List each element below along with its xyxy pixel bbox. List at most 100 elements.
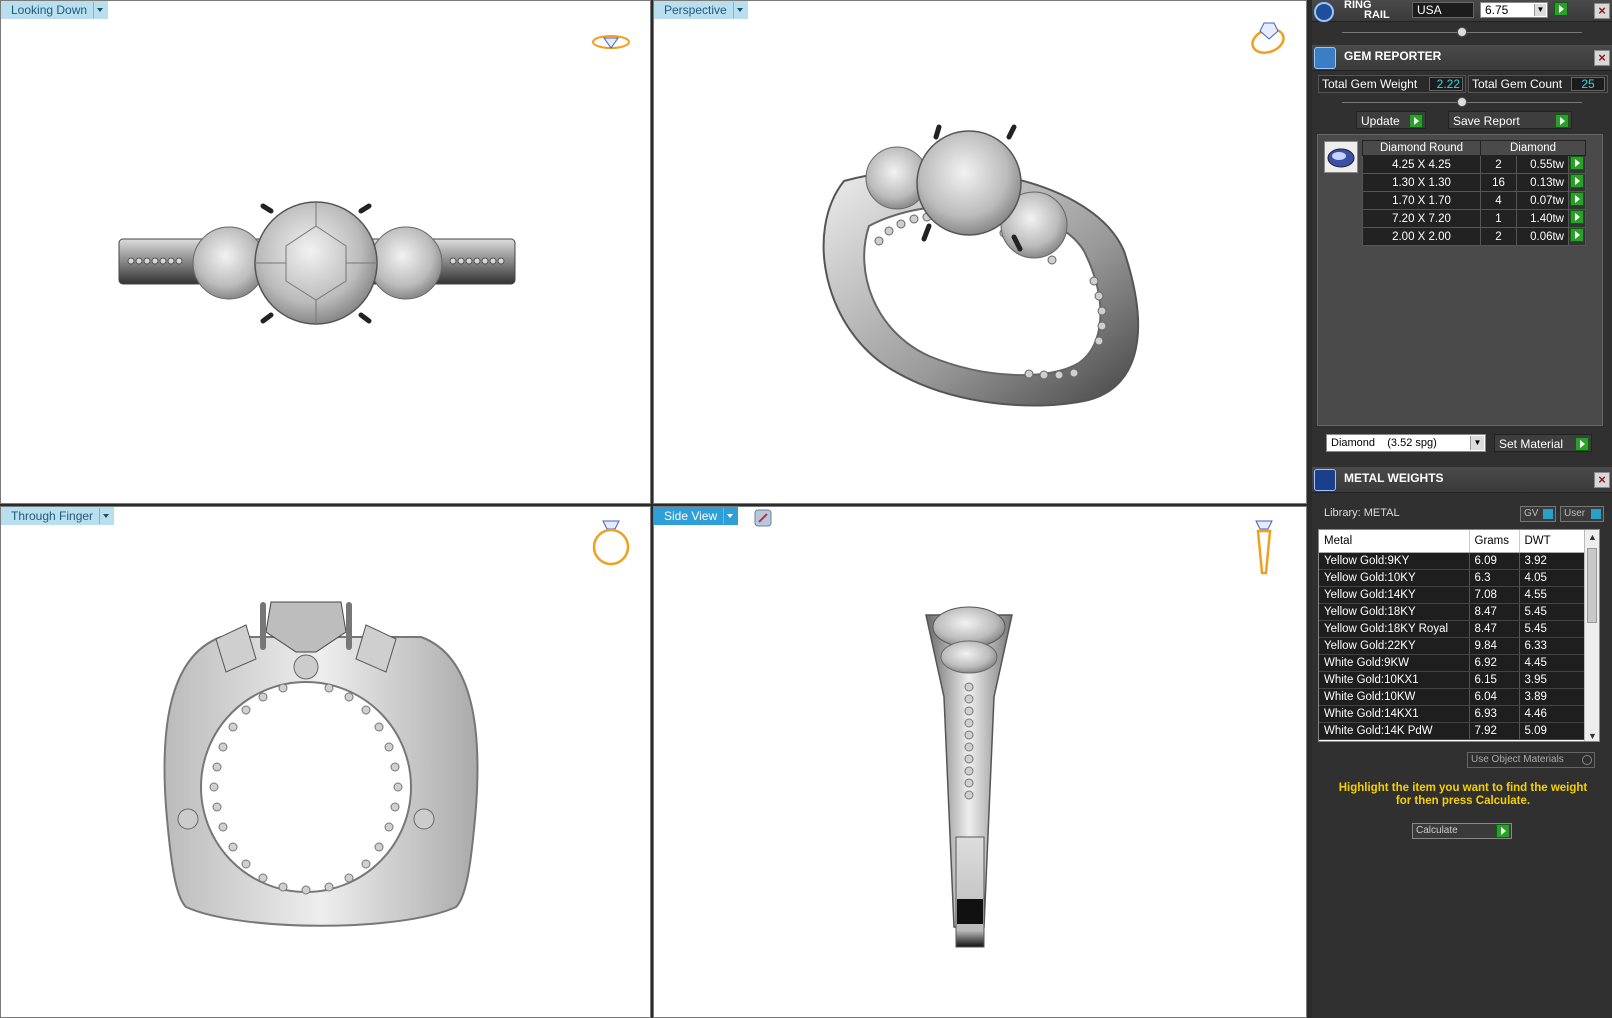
metal-row[interactable]: White Gold:14K PdW 7.92 5.09 (1319, 722, 1585, 740)
metal-dwt: 4.46 (1519, 705, 1585, 723)
ring-rail-header: RING RAIL USA 6.75 ▼ × (1312, 0, 1612, 22)
viewport-looking-down[interactable]: Looking Down (0, 0, 651, 504)
close-icon[interactable]: × (1594, 3, 1610, 19)
ring-size-apply-button[interactable] (1554, 2, 1568, 16)
metal-dwt: 6.33 (1519, 637, 1585, 655)
column-header[interactable]: DWT (1519, 530, 1585, 553)
viewport-perspective[interactable]: Perspective (653, 0, 1307, 504)
metal-name: Yellow Gold:14KY (1319, 586, 1470, 604)
ring-size-select[interactable]: 6.75 ▼ (1480, 2, 1548, 18)
metal-name: Yellow Gold:22KY (1319, 637, 1470, 655)
column-header[interactable]: Diamond Round (1362, 140, 1481, 156)
scrollbar-thumb[interactable] (1587, 548, 1597, 623)
scroll-down-icon[interactable]: ▼ (1588, 731, 1597, 741)
gem-row[interactable]: 1.30 X 1.30 16 0.13tw (1362, 173, 1586, 192)
gem-table-area: Diamond Round Diamond 4.25 X 4.25 2 0.55tw… (1317, 134, 1603, 426)
calculate-label: Calculate (1416, 825, 1458, 836)
set-material-button[interactable]: Set Material (1494, 434, 1592, 452)
use-object-materials-label: Use Object Materials (1471, 754, 1564, 765)
column-header[interactable]: Diamond (1480, 140, 1586, 156)
play-icon[interactable] (1570, 228, 1584, 242)
metal-dwt: 3.92 (1519, 552, 1585, 570)
column-header[interactable]: Metal (1319, 530, 1470, 553)
diamond-round-thumbnail[interactable] (1324, 141, 1358, 173)
material-select[interactable]: Diamond (3.52 spg) ▼ (1326, 434, 1486, 452)
close-icon[interactable]: × (1594, 50, 1610, 66)
gem-select-cell[interactable] (1568, 155, 1586, 174)
gem-weight: 0.55tw (1516, 155, 1569, 174)
country-select[interactable]: USA (1412, 2, 1474, 18)
total-gem-count-value: 25 (1571, 77, 1605, 91)
play-icon[interactable] (1570, 210, 1584, 224)
metal-row[interactable]: White Gold:14KX1 6.93 4.46 (1319, 705, 1585, 723)
metal-dwt: 4.45 (1519, 654, 1585, 672)
toggle-indicator (1543, 509, 1553, 519)
chevron-down-icon[interactable]: ▼ (1470, 436, 1484, 450)
update-button[interactable]: Update (1356, 111, 1426, 129)
scroll-up-icon[interactable]: ▲ (1588, 532, 1597, 542)
play-icon (1555, 114, 1569, 128)
save-report-button[interactable]: Save Report (1448, 111, 1572, 129)
ring-side-render (925, 606, 1013, 948)
gem-select-cell[interactable] (1568, 227, 1586, 246)
play-icon[interactable] (1570, 192, 1584, 206)
column-header[interactable]: Grams (1469, 530, 1520, 553)
metal-grams: 6.09 (1469, 552, 1520, 570)
metal-row[interactable]: White Gold:10KX1 6.15 3.95 (1319, 671, 1585, 689)
total-gem-weight: Total Gem Weight 2.22 (1318, 75, 1466, 93)
metal-row[interactable]: White Gold:10KW 6.04 3.89 (1319, 688, 1585, 706)
gem-row[interactable]: 1.70 X 1.70 4 0.07tw (1362, 191, 1586, 210)
gem-reporter-title: GEM REPORTER (1344, 49, 1442, 63)
gem-row[interactable]: 2.00 X 2.00 2 0.06tw (1362, 227, 1586, 246)
scrollbar[interactable]: ▲ ▼ (1584, 530, 1599, 741)
ring-top-render (118, 201, 516, 325)
update-label: Update (1361, 114, 1400, 128)
metal-name: White Gold:9KW (1319, 654, 1470, 672)
metal-row[interactable]: Yellow Gold:9KY 6.09 3.92 (1319, 552, 1585, 570)
metal-dwt: 3.89 (1519, 688, 1585, 706)
splitter-handle[interactable] (1457, 27, 1467, 37)
play-icon[interactable] (1570, 174, 1584, 188)
ring-size-value: 6.75 (1485, 3, 1509, 17)
gem-count: 2 (1480, 227, 1517, 246)
viewport-side-view[interactable]: Side View (653, 506, 1307, 1018)
side-panel: RING RAIL USA 6.75 ▼ × GEM REPORTER × To… (1312, 0, 1612, 1018)
gem-count: 16 (1480, 173, 1517, 192)
total-gem-weight-label: Total Gem Weight (1322, 77, 1418, 91)
gem-row[interactable]: 4.25 X 4.25 2 0.55tw (1362, 155, 1586, 174)
gem-select-cell[interactable] (1568, 209, 1586, 228)
gem-select-cell[interactable] (1568, 191, 1586, 210)
gem-reporter-icon (1314, 47, 1336, 69)
metal-dwt: 4.05 (1519, 569, 1585, 587)
metal-name: White Gold:14KX1 (1319, 705, 1470, 723)
gem-size: 7.20 X 7.20 (1362, 209, 1481, 228)
set-material-label: Set Material (1499, 437, 1564, 451)
metal-grams: 6.15 (1469, 671, 1520, 689)
metal-row[interactable]: Yellow Gold:22KY 9.84 6.33 (1319, 637, 1585, 655)
play-icon[interactable] (1570, 156, 1584, 170)
close-icon[interactable]: × (1594, 472, 1610, 488)
gv-toggle[interactable]: GV (1520, 506, 1556, 522)
viewport-through-finger[interactable]: Through Finger (0, 506, 651, 1018)
metal-grams: 9.84 (1469, 637, 1520, 655)
gem-row[interactable]: 7.20 X 7.20 1 1.40tw (1362, 209, 1586, 228)
metal-row[interactable]: White Gold:9KW 6.92 4.45 (1319, 654, 1585, 672)
chevron-down-icon[interactable]: ▼ (1534, 4, 1546, 16)
gem-count: 4 (1480, 191, 1517, 210)
metal-row[interactable]: Yellow Gold:14KY 7.08 4.55 (1319, 586, 1585, 604)
metal-row[interactable]: Yellow Gold:10KY 6.3 4.05 (1319, 569, 1585, 587)
metal-row[interactable]: Yellow Gold:18KY Royal 8.47 5.45 (1319, 620, 1585, 638)
total-gem-weight-value: 2.22 (1429, 77, 1463, 91)
splitter-handle[interactable] (1457, 97, 1467, 107)
metal-weights-icon (1314, 469, 1336, 491)
user-toggle[interactable]: User (1560, 506, 1604, 522)
calculate-button[interactable]: Calculate (1412, 823, 1512, 839)
gem-select-cell[interactable] (1568, 173, 1586, 192)
metal-row[interactable]: Yellow Gold:18KY 8.47 5.45 (1319, 603, 1585, 621)
use-object-materials-toggle[interactable]: Use Object Materials (1467, 752, 1595, 768)
total-gem-count-label: Total Gem Count (1472, 77, 1563, 91)
metal-grams: 7.08 (1469, 586, 1520, 604)
metal-name: Yellow Gold:18KY Royal (1319, 620, 1470, 638)
ring-perspective-render (822, 124, 1140, 407)
metal-grams: 6.92 (1469, 654, 1520, 672)
